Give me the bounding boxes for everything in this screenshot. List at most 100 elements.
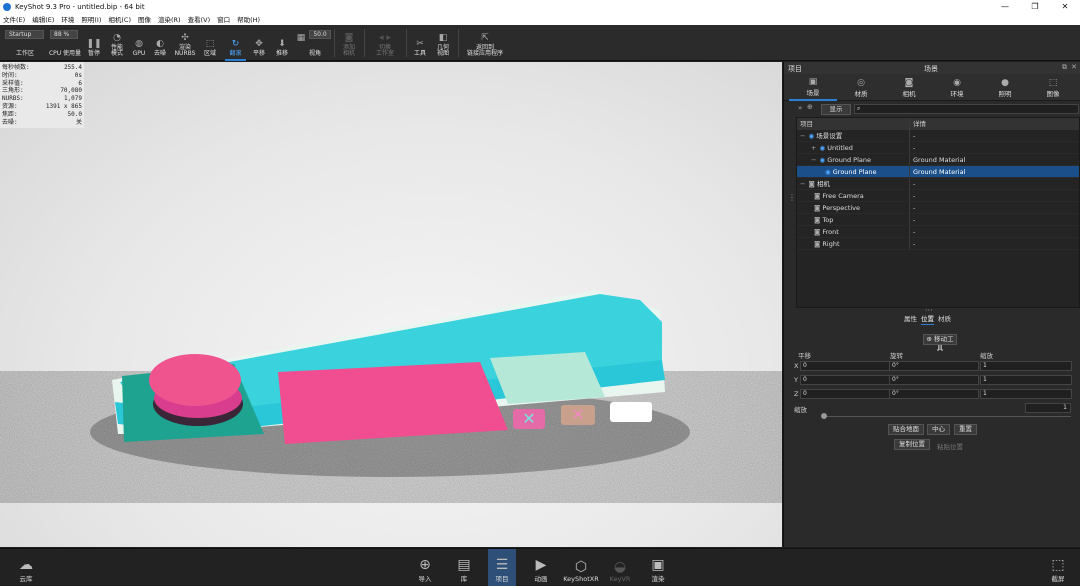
render-button[interactable]: ▣ 渲染 — [644, 549, 672, 586]
import-icon: ⊕ — [419, 557, 431, 573]
screenshot-button[interactable]: ⬚ 截屏 — [1044, 549, 1072, 586]
menu-render[interactable]: 渲染(R) — [158, 14, 181, 24]
denoise-button[interactable]: ◐ 去噪 — [150, 25, 170, 61]
scale-input[interactable]: 1 — [980, 361, 1072, 371]
tree-row[interactable]: ◙ Front - — [797, 226, 1079, 238]
move-tool-button[interactable]: ⊕ 移动工具 — [923, 334, 957, 352]
drag-handle-icon[interactable]: ⋮ — [788, 194, 796, 202]
cloud-library-button[interactable]: ☁ 云库 — [12, 549, 40, 586]
performance-mode-button[interactable]: ◔ 性能 模式 — [106, 25, 128, 61]
tree-row[interactable]: ◙ Perspective - — [797, 202, 1079, 214]
property-subtabs: 属性 位置 材质 — [904, 313, 955, 325]
scale-input[interactable]: 1 — [980, 375, 1072, 385]
visibility-eye-icon[interactable]: ◙ — [808, 180, 816, 188]
translate-input[interactable]: 0 — [800, 361, 890, 371]
menu-view[interactable]: 查看(V) — [188, 14, 211, 24]
link-app-button[interactable]: ⇱ 返回到 链接应用程序 — [462, 25, 508, 61]
top-right-panel — [490, 352, 605, 404]
reset-button[interactable]: 重置 — [954, 424, 977, 435]
switch-studio-button[interactable]: ◂ ▸ 切换 工作室 — [368, 25, 402, 61]
menu-camera[interactable]: 相机(C) — [108, 14, 131, 24]
paste-position-button[interactable]: 粘贴位置 — [937, 441, 963, 451]
keyvr-button[interactable]: ◒ KeyVR — [606, 549, 634, 586]
pause-button[interactable]: ❚❚ 暂停 — [85, 25, 103, 61]
expand-toggle-icon[interactable]: − — [800, 132, 805, 140]
minimize-button[interactable]: — — [990, 0, 1020, 13]
import-button[interactable]: ⊕ 导入 — [411, 549, 439, 586]
tree-row[interactable]: ◙ Top - — [797, 214, 1079, 226]
rotate-input[interactable]: 0° — [889, 375, 979, 385]
menu-environment[interactable]: 环境 — [61, 14, 74, 24]
workspace-button[interactable]: 工作区 — [10, 25, 40, 61]
cpu-usage-button[interactable]: CPU 使用量 — [46, 25, 84, 61]
tree-search-input[interactable]: ⌕ — [854, 104, 1079, 114]
menu-help[interactable]: 帮助(H) — [237, 14, 260, 24]
expand-toggle-icon[interactable]: − — [800, 180, 805, 188]
menu-file[interactable]: 文件(E) — [3, 14, 25, 24]
gpu-button[interactable]: ◍ GPU — [130, 25, 148, 61]
menu-image[interactable]: 图像 — [138, 14, 151, 24]
tab-camera[interactable]: ◙ 相机 — [885, 74, 933, 101]
menu-edit[interactable]: 编辑(E) — [32, 14, 54, 24]
subtab-properties[interactable]: 属性 — [904, 313, 917, 325]
animation-button[interactable]: ▶ 动画 — [527, 549, 555, 586]
close-button[interactable]: ✕ — [1050, 0, 1080, 13]
add-camera-button[interactable]: ◙ 添加 相机 — [338, 25, 360, 61]
snap-ground-button[interactable]: 贴合地面 — [888, 424, 924, 435]
collapse-icon[interactable]: » — [798, 104, 802, 112]
show-filter-button[interactable]: 显示 — [821, 104, 851, 115]
render-viewport[interactable]: ✕ ✕ 每秒帧数: 255.4 时间: 0s 采样值: 6 三角形: 70,080 NU… — [0, 62, 782, 547]
tree-row[interactable]: ◉ Ground Plane Ground Material — [797, 166, 1079, 178]
pan-button[interactable]: ✥ 平移 — [249, 25, 269, 61]
scale-slider-track[interactable] — [824, 416, 1071, 417]
expand-toggle-icon[interactable]: − — [811, 156, 816, 164]
rotate-input[interactable]: 0° — [889, 389, 979, 399]
subtab-position[interactable]: 位置 — [921, 313, 934, 325]
menu-window[interactable]: 窗口 — [217, 14, 230, 24]
column-detail[interactable]: 详情 — [910, 118, 926, 130]
render-nurbs-button[interactable]: ✣ 渲染 NURBS — [172, 25, 198, 61]
x-mark-icon: ✕ — [571, 405, 584, 424]
translate-input[interactable]: 0 — [800, 375, 890, 385]
tree-row[interactable]: − ◉ Ground Plane Ground Material — [797, 154, 1079, 166]
scale-input[interactable]: 1 — [980, 389, 1072, 399]
keyshotxr-button[interactable]: ⬡ KeyShotXR — [563, 549, 599, 586]
uniform-scale-input[interactable]: 1 — [1025, 403, 1071, 413]
column-item[interactable]: 项目 — [797, 118, 910, 130]
menu-lighting[interactable]: 照明(I) — [81, 14, 101, 24]
tab-scene[interactable]: ▣ 场景 — [789, 74, 837, 101]
geometry-view-button[interactable]: ◧ 几何 视图 — [433, 25, 453, 61]
library-button[interactable]: ▤ 库 — [450, 549, 478, 586]
axis-label: X — [794, 362, 799, 370]
copy-position-button[interactable]: 复制位置 — [894, 439, 930, 450]
tab-image[interactable]: ⬚ 图像 — [1029, 74, 1077, 101]
tree-row-detail: - — [913, 240, 916, 248]
tree-row[interactable]: + ◉ Untitled - — [797, 142, 1079, 154]
popout-icon[interactable]: ⧉ — [1062, 63, 1067, 72]
rotate-input[interactable]: 0° — [889, 361, 979, 371]
stat-row: 三角形: 70,080 — [2, 87, 82, 95]
tree-row[interactable]: ◙ Right - — [797, 238, 1079, 250]
dolly-button[interactable]: ⬇ 推移 — [272, 25, 292, 61]
menu-bar: 文件(E) 编辑(E) 环境 照明(I) 相机(C) 图像 渲染(R) 查看(V… — [0, 13, 1080, 25]
project-button[interactable]: ☰ 项目 — [488, 549, 516, 586]
translate-input[interactable]: 0 — [800, 389, 890, 399]
tab-environment[interactable]: ◉ 环境 — [933, 74, 981, 101]
visibility-eye-icon[interactable]: ◉ — [825, 168, 833, 176]
maximize-button[interactable]: ❐ — [1020, 0, 1050, 13]
scale-slider-thumb[interactable] — [821, 413, 827, 419]
tree-row[interactable]: − ◙ 相机 - — [797, 178, 1079, 190]
render-icon: ▣ — [651, 557, 665, 573]
tab-material[interactable]: ◎ 材质 — [837, 74, 885, 101]
region-button[interactable]: ⬚ 区域 — [200, 25, 220, 61]
subtab-material[interactable]: 材质 — [938, 313, 951, 325]
panel-close-icon[interactable]: ✕ — [1071, 63, 1077, 71]
tab-lighting[interactable]: ● 照明 — [981, 74, 1029, 101]
tumble-button[interactable]: ↻ 翻滚 — [225, 25, 246, 61]
center-button[interactable]: 中心 — [927, 424, 950, 435]
expand-toggle-icon[interactable]: + — [811, 144, 816, 152]
tree-row[interactable]: ◙ Free Camera - — [797, 190, 1079, 202]
tree-row[interactable]: − ◉ 场景设置 - — [797, 130, 1079, 142]
tools-button[interactable]: ✂ 工具 — [410, 25, 430, 61]
add-object-icon[interactable]: ⊕ — [807, 103, 813, 111]
